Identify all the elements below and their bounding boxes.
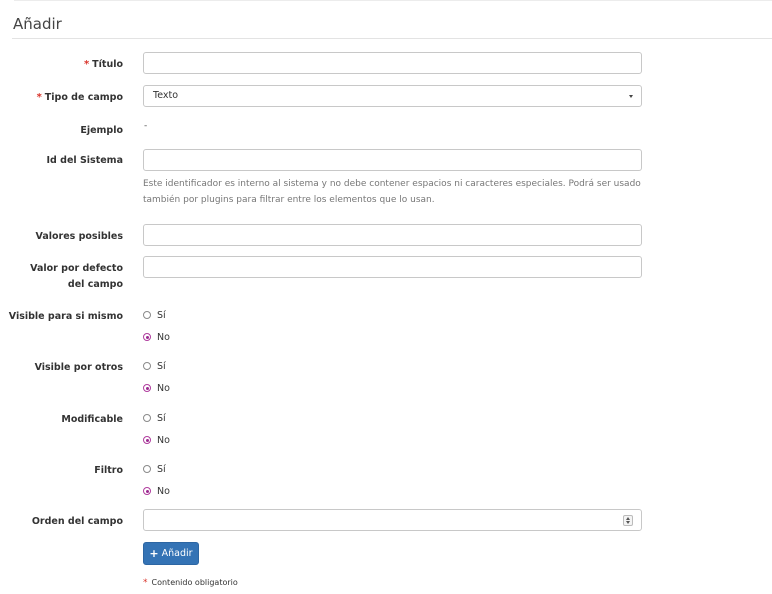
valores-posibles-label: Valores posibles — [35, 231, 123, 242]
filtro-label: Filtro — [94, 465, 123, 476]
visible-si-mismo-no-option[interactable]: No — [143, 330, 170, 344]
radio-checked-icon[interactable] — [143, 384, 151, 392]
filtro-si-option[interactable]: Sí — [143, 462, 166, 476]
visible-otros-label: Visible por otros — [34, 362, 123, 373]
modificable-si-option[interactable]: Sí — [143, 411, 166, 425]
radio-checked-icon[interactable] — [143, 487, 151, 495]
orden-campo-label: Orden del campo — [31, 516, 123, 527]
titulo-input[interactable] — [143, 52, 642, 74]
chevron-down-icon — [629, 95, 633, 98]
required-asterisk: * — [36, 92, 42, 103]
id-sistema-help: Este identificador es interno al sistema… — [143, 179, 641, 205]
titulo-label: * Título — [83, 59, 123, 70]
tipo-campo-value: Texto — [153, 90, 179, 101]
visible-si-mismo-label: Visible para si mismo — [8, 311, 123, 322]
ejemplo-value: - — [144, 121, 148, 131]
orden-campo-input[interactable] — [143, 509, 642, 531]
filtro-no-option[interactable]: No — [143, 484, 170, 498]
tipo-campo-label: * Tipo de campo — [36, 92, 123, 103]
modificable-no-option[interactable]: No — [143, 433, 170, 447]
id-sistema-label: Id del Sistema — [46, 155, 124, 166]
visible-si-mismo-si-option[interactable]: Sí — [143, 308, 166, 322]
visible-otros-si-option[interactable]: Sí — [143, 359, 166, 373]
radio-unchecked-icon[interactable] — [143, 311, 151, 319]
radio-checked-icon[interactable] — [143, 436, 151, 444]
title-divider — [12, 38, 772, 39]
valores-posibles-input[interactable] — [143, 224, 642, 246]
valor-defecto-input[interactable] — [143, 256, 642, 278]
spinner-icon[interactable] — [623, 515, 633, 526]
radio-unchecked-icon[interactable] — [143, 414, 151, 422]
radio-checked-icon[interactable] — [143, 333, 151, 341]
plus-icon: + — [149, 546, 159, 560]
id-sistema-input[interactable] — [143, 149, 642, 171]
required-note: * Contenido obligatorio — [143, 578, 238, 588]
visible-otros-no-option[interactable]: No — [143, 381, 170, 395]
top-divider — [14, 0, 772, 1]
page-title: Añadir — [13, 15, 62, 33]
modificable-label: Modificable — [61, 414, 123, 425]
valor-defecto-label: Valor por defecto del campo — [30, 263, 123, 290]
anadir-button[interactable]: + Añadir — [143, 542, 199, 565]
radio-unchecked-icon[interactable] — [143, 362, 151, 370]
ejemplo-label: Ejemplo — [80, 125, 123, 136]
anadir-button-label: Añadir — [161, 548, 193, 559]
tipo-campo-select[interactable]: Texto — [143, 85, 642, 107]
required-asterisk: * — [83, 59, 90, 70]
radio-unchecked-icon[interactable] — [143, 465, 151, 473]
required-asterisk: * — [143, 578, 148, 588]
